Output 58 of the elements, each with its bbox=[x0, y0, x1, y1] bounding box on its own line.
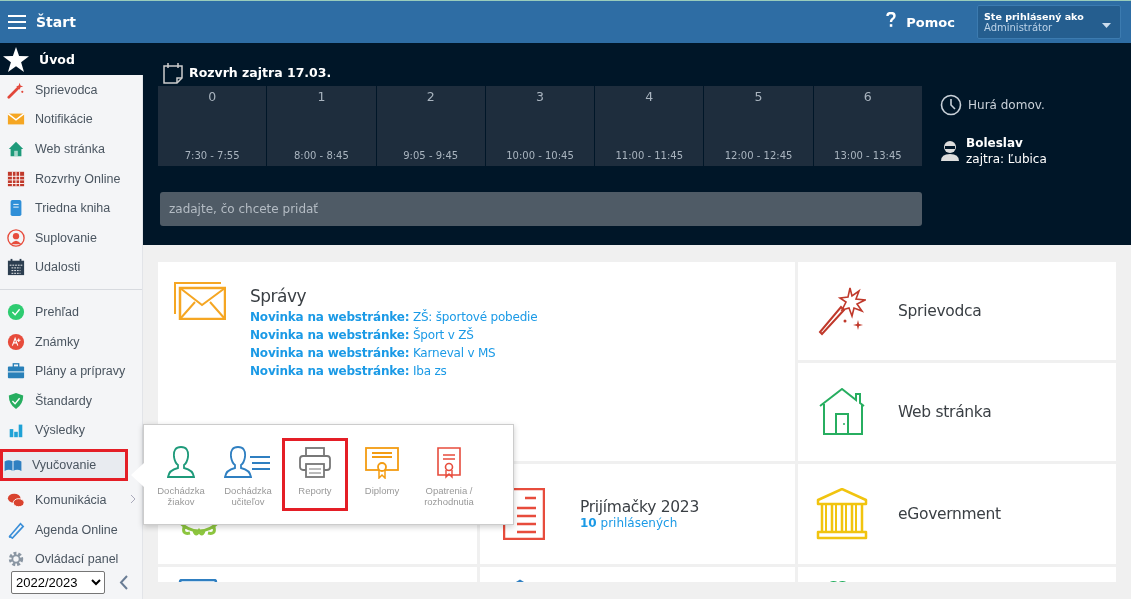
user-dropdown[interactable]: Ste prihlásený ako Administrátor bbox=[977, 5, 1121, 39]
period-number: 2 bbox=[426, 89, 435, 104]
person-name: Boleslav bbox=[966, 136, 1024, 150]
messages-title: Správy bbox=[250, 286, 308, 306]
period-number: 1 bbox=[317, 89, 326, 104]
sidebar-item[interactable]: Suplovanie bbox=[0, 222, 142, 253]
tile-card[interactable]: Prijímačky 2023 10 prihlásených bbox=[480, 464, 795, 564]
period-time: 9:05 - 9:45 bbox=[403, 150, 459, 161]
help-button[interactable]: Pomoc bbox=[886, 11, 955, 33]
lesson-slot[interactable]: 4 11:00 - 11:45 bbox=[595, 86, 704, 166]
lesson-slot[interactable]: 1 8:00 - 8:45 bbox=[267, 86, 376, 166]
sidebar-item[interactable]: Rozvrhy Online bbox=[0, 163, 142, 194]
tile-title: Web stránka bbox=[898, 403, 992, 421]
period-time: 11:00 - 11:45 bbox=[615, 150, 684, 161]
status-text: Hurá domov. bbox=[968, 98, 1045, 112]
add-input-field[interactable]: zadajte, čo chcete pridať bbox=[160, 192, 922, 226]
lesson-slot[interactable]: 0 7:30 - 7:55 bbox=[158, 86, 267, 166]
tile-subtitle: 10 prihlásených bbox=[580, 516, 679, 530]
sidebar-item[interactable]: Štandardy bbox=[0, 385, 142, 416]
tile-title: Sprievodca bbox=[898, 302, 982, 320]
period-number: 4 bbox=[645, 89, 654, 104]
sidebar-item[interactable]: Plány a prípravy bbox=[0, 356, 142, 386]
tile-card[interactable]: Sprievodca bbox=[798, 262, 1116, 360]
sidebar-item[interactable]: Vyučovanie bbox=[0, 449, 128, 482]
menu-button[interactable]: Štart bbox=[8, 14, 76, 30]
sidebar-item[interactable]: Triedna kniha bbox=[0, 193, 142, 223]
lesson-slot[interactable]: 5 12:00 - 12:45 bbox=[704, 86, 813, 166]
sidebar-item[interactable]: Agenda Online bbox=[0, 514, 142, 545]
lesson-slot[interactable]: 2 9:05 - 9:45 bbox=[376, 86, 485, 166]
sidebar-item[interactable]: Známky bbox=[0, 326, 142, 357]
home-menu-item[interactable]: Úvod bbox=[0, 43, 143, 75]
period-time: 13:00 - 13:45 bbox=[834, 150, 902, 161]
sidebar-item[interactable]: Prehľad bbox=[0, 297, 142, 327]
year-select[interactable]: 2022/2023 bbox=[11, 570, 105, 594]
tile-card[interactable]: Web stránka bbox=[798, 363, 1116, 461]
period-time: 7:30 - 7:55 bbox=[184, 150, 240, 161]
schedule-title: Rozvrh zajtra 17.03. bbox=[189, 65, 332, 80]
tile-title: eGovernment bbox=[898, 505, 1001, 523]
tile-title: Prijímačky 2023 bbox=[580, 498, 699, 516]
user-label: Ste prihlásený ako bbox=[984, 11, 1084, 22]
user-role: Administrátor bbox=[984, 22, 1053, 33]
tile-card[interactable]: eGovernment bbox=[798, 464, 1116, 564]
sidebar-item[interactable]: Komunikácia bbox=[0, 485, 142, 515]
sidebar-item[interactable]: Web stránka bbox=[0, 134, 142, 164]
lesson-slot[interactable]: 3 10:00 - 10:45 bbox=[485, 86, 595, 166]
period-time: 8:00 - 8:45 bbox=[293, 150, 349, 161]
next-person: zajtra: Ľubica bbox=[966, 152, 1047, 166]
sidebar-item[interactable]: Notifikácie bbox=[0, 104, 142, 135]
period-number: 0 bbox=[208, 89, 217, 104]
period-time: 10:00 - 10:45 bbox=[506, 150, 574, 161]
period-number: 3 bbox=[536, 89, 544, 104]
period-number: 6 bbox=[863, 89, 872, 104]
sidebar-item[interactable]: Výsledky bbox=[0, 415, 142, 446]
sidebar-item[interactable]: Udalosti bbox=[0, 252, 142, 283]
sidebar-item[interactable]: Sprievodca bbox=[0, 75, 142, 105]
period-time: 12:00 - 12:45 bbox=[724, 150, 793, 161]
period-number: 5 bbox=[754, 89, 763, 104]
lesson-slot[interactable]: 6 13:00 - 13:45 bbox=[813, 86, 922, 166]
